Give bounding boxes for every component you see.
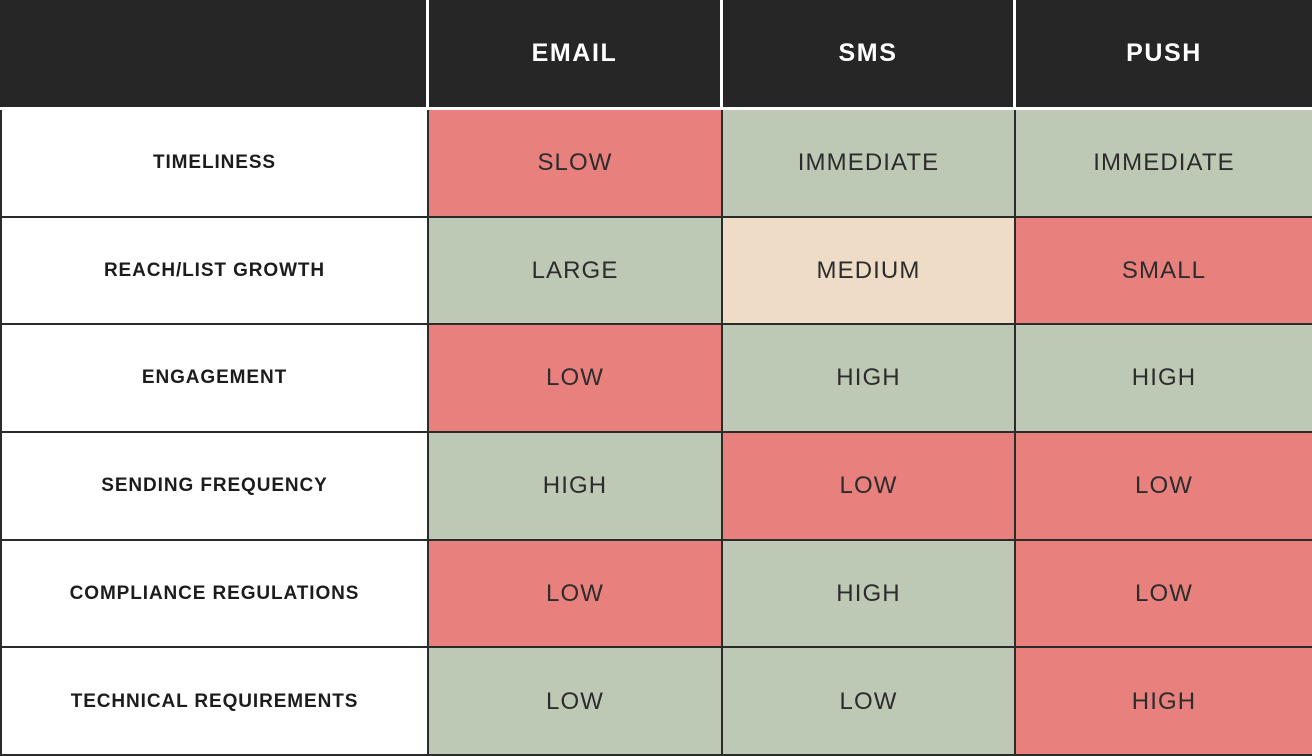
table-cell[interactable]: LOW	[429, 648, 723, 756]
column-header-label: EMAIL	[531, 39, 618, 67]
cell-value: IMMEDIATE	[797, 149, 940, 177]
table-cell[interactable]: LOW	[723, 432, 1016, 541]
table-left-border	[0, 110, 2, 756]
cell-value: LOW	[1135, 472, 1193, 500]
row-header-label: TIMELINESS	[152, 151, 276, 173]
cell-value: LOW	[546, 688, 604, 716]
table-cell[interactable]: SMALL	[1016, 217, 1312, 326]
row-header[interactable]: TECHNICAL REQUIREMENTS	[0, 648, 429, 756]
row-header-label: ENGAGEMENT	[141, 367, 288, 389]
table-cell[interactable]: LOW	[1016, 540, 1312, 649]
row-header[interactable]: REACH/LIST GROWTH	[0, 217, 429, 326]
channel-comparison-table: EMAIL SMS PUSH TIMELINESS SLOW IMMEDIATE IMMED…	[0, 0, 1312, 756]
cell-value: LOW	[839, 688, 898, 716]
table-cell[interactable]: IMMEDIATE	[723, 110, 1016, 218]
cell-value: HIGH	[836, 364, 901, 392]
column-header-label: PUSH	[1126, 39, 1202, 67]
comparison-table-wrapper: EMAIL SMS PUSH TIMELINESS SLOW IMMEDIATE IMMED…	[0, 0, 1312, 756]
row-header-label: SENDING FREQUENCY	[101, 474, 328, 496]
cell-value: LOW	[546, 364, 604, 392]
table-cell[interactable]: IMMEDIATE	[1016, 110, 1312, 218]
cell-value: LOW	[1135, 579, 1193, 607]
cell-value: HIGH	[836, 579, 901, 607]
cell-value: IMMEDIATE	[1093, 149, 1235, 177]
table-cell[interactable]: LARGE	[429, 217, 723, 326]
table-cell[interactable]: MEDIUM	[723, 217, 1016, 326]
table-cell[interactable]: HIGH	[723, 540, 1016, 649]
cell-value: SMALL	[1121, 256, 1207, 284]
cell-value: HIGH	[1131, 364, 1197, 392]
cell-value: LOW	[839, 472, 898, 500]
cell-value: HIGH	[1131, 688, 1197, 716]
table-cell[interactable]: LOW	[723, 648, 1016, 756]
row-header[interactable]: TIMELINESS	[0, 110, 429, 218]
table-cell[interactable]: LOW	[1016, 432, 1312, 541]
column-header-label: SMS	[838, 39, 898, 67]
table-cell[interactable]: HIGH	[1016, 648, 1312, 756]
table-cell[interactable]: HIGH	[1016, 325, 1312, 433]
cell-value: HIGH	[542, 472, 608, 500]
row-header[interactable]: COMPLIANCE REGULATIONS	[0, 540, 429, 649]
row-header-label: REACH/LIST GROWTH	[103, 259, 326, 281]
table-cell[interactable]: LOW	[429, 540, 723, 649]
cell-value: LARGE	[531, 256, 619, 284]
column-header-email[interactable]: EMAIL	[429, 0, 723, 110]
table-header-corner	[0, 0, 429, 110]
cell-value: SLOW	[537, 149, 613, 177]
table-cell[interactable]: HIGH	[429, 432, 723, 541]
cell-value: MEDIUM	[816, 256, 921, 284]
table-cell[interactable]: HIGH	[723, 325, 1016, 433]
row-header-label: TECHNICAL REQUIREMENTS	[70, 691, 359, 713]
row-header-label: COMPLIANCE REGULATIONS	[69, 582, 360, 604]
cell-value: LOW	[546, 579, 604, 607]
column-header-sms[interactable]: SMS	[723, 0, 1016, 110]
column-header-push[interactable]: PUSH	[1016, 0, 1312, 110]
table-cell[interactable]: SLOW	[429, 110, 723, 218]
row-header[interactable]: SENDING FREQUENCY	[0, 432, 429, 541]
table-cell[interactable]: LOW	[429, 325, 723, 433]
row-header[interactable]: ENGAGEMENT	[0, 325, 429, 433]
